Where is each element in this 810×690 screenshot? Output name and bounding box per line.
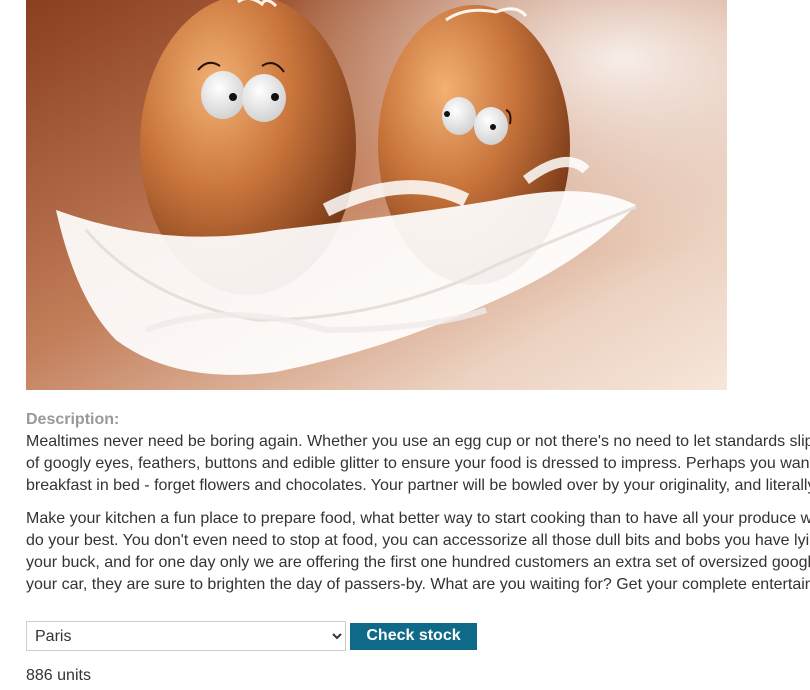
product-description: Description: Mealtimes never need be bor… <box>26 409 810 607</box>
description-heading: Description: <box>26 411 120 428</box>
description-line: Make your kitchen a fun place to prepare… <box>26 510 810 527</box>
stock-check-form: Paris Check stock <box>26 621 477 651</box>
product-image <box>26 0 727 390</box>
description-line: Mealtimes never need be boring again. Wh… <box>26 433 810 450</box>
store-select[interactable]: Paris <box>26 621 346 651</box>
description-paragraph-2: Make your kitchen a fun place to prepare… <box>26 508 810 596</box>
description-line: do your best. You don't even need to sto… <box>26 532 810 549</box>
description-line: your buck, and for one day only we are o… <box>26 554 810 571</box>
description-line: of googly eyes, feathers, buttons and ed… <box>26 455 810 472</box>
check-stock-button[interactable]: Check stock <box>350 622 477 650</box>
description-line: breakfast in bed - forget flowers and ch… <box>26 477 810 494</box>
description-paragraph-1: Mealtimes never need be boring again. Wh… <box>26 431 810 497</box>
stock-result: 886 units <box>26 667 91 684</box>
description-line: your car, they are sure to brighten the … <box>26 576 810 593</box>
